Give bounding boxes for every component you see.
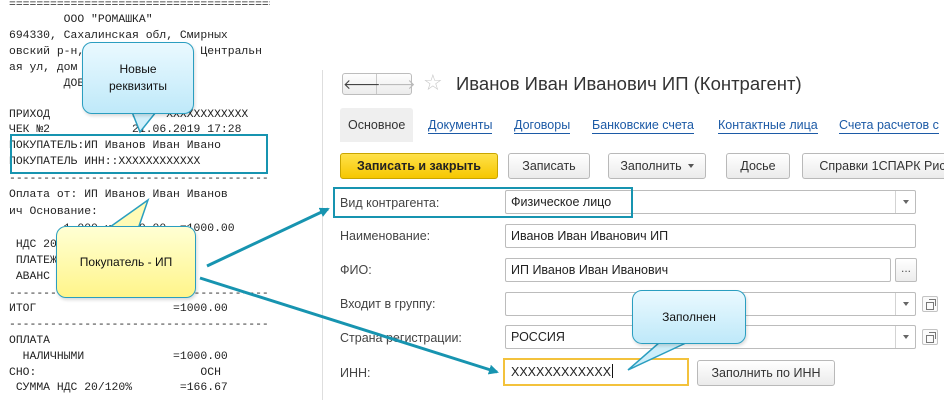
chevron-down-icon[interactable] xyxy=(895,191,915,213)
tab-contacts[interactable]: Контактные лица xyxy=(718,116,818,134)
receipt-line: ОПЛАТА xyxy=(9,335,51,347)
open-group-icon[interactable] xyxy=(922,296,938,312)
tab-contracts[interactable]: Договоры xyxy=(514,116,571,134)
forward-arrow-icon[interactable]: 🡒 xyxy=(378,74,416,94)
fio-label: ФИО: xyxy=(340,263,372,277)
page-title: Иванов Иван Иванович ИП (Контрагент) xyxy=(456,73,802,94)
receipt-line: ----------------------------------------… xyxy=(9,173,270,185)
receipt-line: СУММА НДС 20/120% =166.67 xyxy=(9,382,228,394)
spark-reports-button[interactable]: Справки 1СПАРК Рис xyxy=(802,153,944,179)
callout-new-requisites: Новые реквизиты xyxy=(82,42,194,114)
name-label: Наименование: xyxy=(340,229,431,243)
kind-highlight xyxy=(333,187,633,218)
tab-main[interactable]: Основное xyxy=(340,108,414,142)
callout-buyer-ip: Покупатель - ИП xyxy=(56,226,196,298)
name-input[interactable]: Иванов Иван Иванович ИП xyxy=(505,224,916,248)
save-and-close-button[interactable]: Записать и закрыть xyxy=(340,153,498,179)
back-arrow-icon[interactable]: 🡐 xyxy=(343,74,381,94)
fill-button-label: Заполнить xyxy=(620,159,682,173)
save-button[interactable]: Записать xyxy=(508,153,590,179)
receipt-line: ПЛАТЕЖ xyxy=(9,255,57,267)
country-value: РОССИЯ xyxy=(511,330,565,344)
receipt-buyer-highlight xyxy=(10,134,268,174)
receipt-line: Оплата от: ИП Иванов Иван Иванов xyxy=(9,189,228,201)
receipt-line: ----------------------------------------… xyxy=(9,319,270,331)
fio-input[interactable]: ИП Иванов Иван Иванович xyxy=(505,258,891,282)
favorite-star-icon[interactable]: ☆ xyxy=(423,71,443,95)
chevron-down-icon[interactable] xyxy=(895,326,915,348)
group-label: Входит в группу: xyxy=(340,297,436,311)
navigation-buttons: 🡐 🡒 xyxy=(342,73,416,95)
receipt-line: ООО "РОМАШКА" xyxy=(9,14,153,26)
text-cursor xyxy=(612,364,614,378)
tab-documents[interactable]: Документы xyxy=(428,116,493,134)
tab-bank-accounts[interactable]: Банковские счета xyxy=(592,116,694,134)
dossier-button[interactable]: Досье xyxy=(726,153,790,179)
fill-by-inn-button[interactable]: Заполнить по ИНН xyxy=(697,360,835,386)
fill-dropdown-button[interactable]: Заполнить xyxy=(608,153,706,179)
receipt-line: СНО: ОСН xyxy=(9,367,221,379)
receipt-line: АВАНС xyxy=(9,271,51,283)
tab-settlement-accounts[interactable]: Счета расчетов с xyxy=(839,116,939,134)
inn-value: XXXXXXXXXXXX xyxy=(511,365,612,379)
receipt-line: ========================================… xyxy=(9,0,270,11)
receipt-line: НАЛИЧНЫМИ =1000.00 xyxy=(9,351,228,363)
callout-filled: Заполнен xyxy=(632,290,746,344)
fio-select-button[interactable]: ... xyxy=(895,258,917,282)
receipt-line: ИТОГ =1000.00 xyxy=(9,303,228,315)
chevron-down-icon xyxy=(687,164,694,168)
inn-input[interactable]: XXXXXXXXXXXX xyxy=(503,358,689,386)
callout-text: Новые реквизиты xyxy=(108,62,167,93)
inn-label: ИНН: xyxy=(340,366,371,380)
country-label: Страна регистрации: xyxy=(340,331,462,345)
open-country-icon[interactable] xyxy=(922,329,938,345)
chevron-down-icon[interactable] xyxy=(895,293,915,315)
receipt-line: ич Основание: xyxy=(9,206,98,218)
